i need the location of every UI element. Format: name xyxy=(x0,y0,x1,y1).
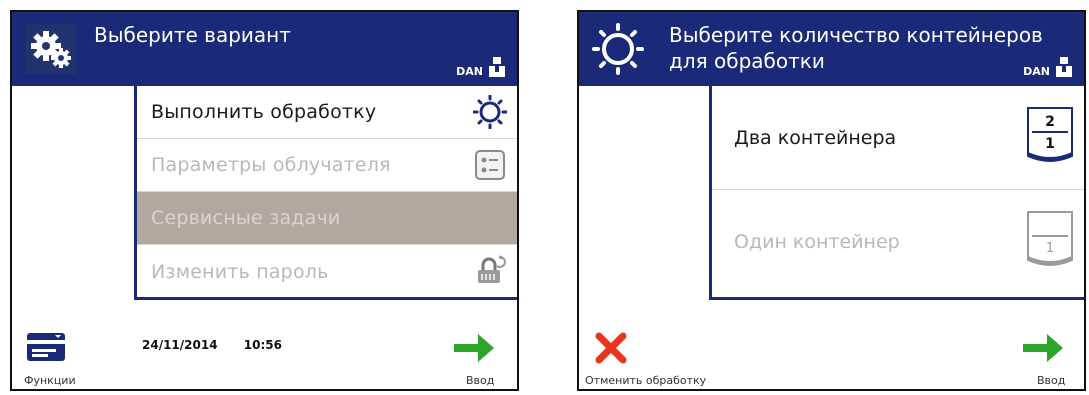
menu-item-change-password[interactable]: Изменить пароль xyxy=(137,245,517,298)
menu-item-label: Параметры облучателя xyxy=(151,154,391,176)
sun-icon xyxy=(473,95,507,129)
gears-icon xyxy=(26,24,76,74)
options-screen: Выберите вариант DAN Выполнить обработку xyxy=(10,10,519,391)
user-badge[interactable]: DAN xyxy=(456,56,507,78)
top-count: 2 xyxy=(1045,114,1055,130)
options-menu: Выполнить обработку Параметры облучателя xyxy=(134,86,517,300)
functions-label: Функции xyxy=(24,374,76,387)
container-count-screen: Выберите количество контейнеров для обра… xyxy=(577,10,1086,391)
option-label: Один контейнер xyxy=(734,231,900,253)
menu-item-perform-treatment[interactable]: Выполнить обработку xyxy=(137,86,517,139)
enter-label: Ввод xyxy=(1037,374,1066,387)
option-two-containers[interactable]: Два контейнера 2 1 xyxy=(712,86,1084,190)
date-text: 24/11/2014 xyxy=(142,338,218,352)
bottom-count: 1 xyxy=(1046,241,1054,256)
menu-item-irradiator-settings[interactable]: Параметры облучателя xyxy=(137,139,517,192)
sun-icon xyxy=(592,23,644,75)
lock-icon xyxy=(478,255,506,283)
container-options: Два контейнера 2 1 Один контейнер 1 xyxy=(709,86,1084,300)
two-containers-icon: 2 1 xyxy=(1026,106,1074,166)
user-badge[interactable]: DAN xyxy=(1023,56,1074,78)
close-icon xyxy=(595,332,627,364)
menu-item-label: Выполнить обработку xyxy=(151,101,377,123)
card-icon xyxy=(27,333,65,361)
datetime: 24/11/2014 10:56 xyxy=(142,338,304,352)
enter-button[interactable] xyxy=(1021,330,1065,366)
user-icon xyxy=(489,57,505,77)
cancel-label: Отменить обработку xyxy=(585,374,707,387)
one-container-icon: 1 xyxy=(1026,210,1074,270)
arrow-right-icon xyxy=(454,334,494,362)
user-name: DAN xyxy=(1023,65,1050,78)
cancel-treatment-button[interactable] xyxy=(593,330,629,366)
user-name: DAN xyxy=(456,65,483,78)
time-text: 10:56 xyxy=(243,338,282,352)
option-one-container[interactable]: Один контейнер 1 xyxy=(712,190,1084,294)
menu-item-service-tasks[interactable]: Сервисные задачи xyxy=(137,192,517,245)
page-title: Выберите вариант xyxy=(94,23,291,47)
enter-label: Ввод xyxy=(466,374,495,387)
header-bar: Выберите количество контейнеров для обра… xyxy=(579,12,1084,86)
menu-item-label: Изменить пароль xyxy=(151,260,329,283)
user-icon xyxy=(1056,57,1072,77)
enter-button[interactable] xyxy=(452,330,496,366)
header-bar: Выберите вариант DAN xyxy=(12,12,517,86)
menu-item-label: Сервисные задачи xyxy=(151,207,341,229)
settings-list-icon xyxy=(475,150,505,180)
bottom-count: 1 xyxy=(1045,136,1055,152)
functions-button[interactable] xyxy=(26,332,66,364)
option-label: Два контейнера xyxy=(734,126,897,149)
page-title: Выберите количество контейнеров для обра… xyxy=(669,23,1043,73)
arrow-right-icon xyxy=(1023,334,1063,362)
